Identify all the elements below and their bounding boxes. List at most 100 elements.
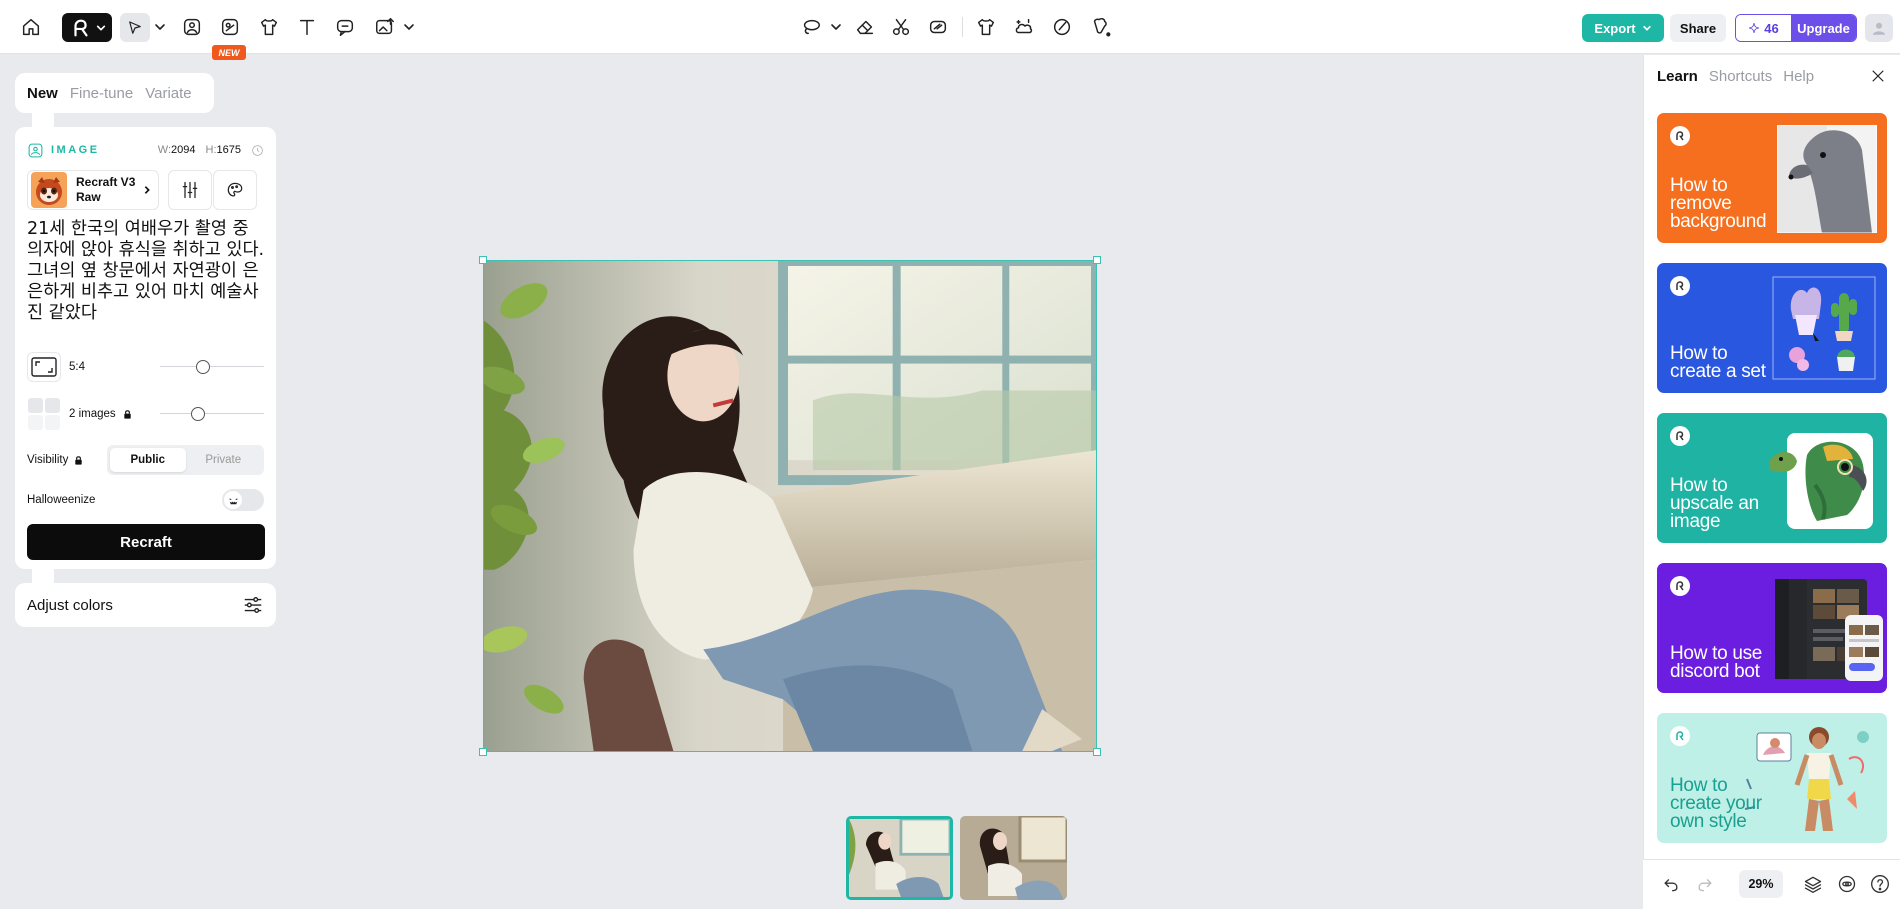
chevron-right-icon [142,185,152,195]
tutorial-card-discord-bot[interactable]: How to use discord bot [1657,563,1887,693]
tshirt-icon [977,18,995,36]
visibility-toggle: Public Private [107,445,264,475]
model-selector-button[interactable]: Recraft V3 Raw [27,170,159,210]
image-info-row: IMAGE W:2094 H:1675 [27,141,264,159]
pumpkin-face-icon [229,497,237,504]
learn-panel-tabs: Learn Shortcuts Help [1657,68,1814,85]
undo-icon[interactable] [1661,874,1681,894]
halloweenize-row: Halloweenize [27,489,264,511]
width-value: 2094 [171,144,196,156]
zoom-level[interactable]: 29% [1739,870,1783,898]
chevron-down-icon [155,24,165,30]
recraft-badge-icon [1670,426,1690,446]
variant-thumbnails [846,816,1067,900]
resize-handle-top-left[interactable] [479,256,487,264]
variant-thumbnail[interactable] [960,816,1067,900]
text-tool-button[interactable] [295,12,319,42]
recraft-badge-icon [1670,726,1690,746]
home-icon[interactable] [18,12,44,42]
card-title: How to remove background [1670,175,1767,232]
mockup-button[interactable] [974,12,998,42]
generation-mode-tabs: New Fine-tune Variate [15,73,214,113]
tab-help[interactable]: Help [1783,68,1814,85]
visibility-private-option[interactable]: Private [186,448,262,472]
style-palette-button[interactable] [213,170,257,210]
resize-handle-bottom-right[interactable] [1093,748,1101,756]
adjust-colors-label: Adjust colors [27,596,113,614]
resize-handle-top-right[interactable] [1093,256,1101,264]
mockup-tool-button[interactable] [257,12,281,42]
slider-knob[interactable] [196,360,210,374]
tutorial-card-create-set[interactable]: How to create a set [1657,263,1887,393]
width-key: W: [157,144,172,156]
history-icon[interactable] [251,144,264,157]
image-count-row: 2 images [27,398,264,430]
lasso-tool-dropdown[interactable] [829,12,843,42]
aspect-ratio-slider[interactable] [160,360,264,374]
recraft-generate-button[interactable]: Recraft [27,524,265,560]
select-tool-button[interactable] [120,13,150,42]
eraser-tool-button[interactable] [853,12,877,42]
user-avatar[interactable] [1865,14,1893,42]
tutorial-card-upscale-image[interactable]: How to upscale an image [1657,413,1887,543]
height-value: 1675 [216,144,241,156]
layers-icon[interactable] [1803,874,1823,894]
generative-fill-button[interactable] [1087,12,1115,42]
inpaint-button[interactable] [1050,12,1074,42]
toolbar-divider [962,17,963,37]
creative-upscale-button[interactable] [1012,12,1036,42]
image-tool-button[interactable] [180,12,204,42]
credits-counter[interactable]: 46 [1736,15,1791,41]
cursor-icon [129,20,141,34]
generation-settings-card: IMAGE W:2094 H:1675 Recraft V3 Raw 21세 한… [15,127,276,569]
tab-shortcuts[interactable]: Shortcuts [1709,68,1772,85]
vector-tool-button[interactable] [218,12,242,42]
redo-icon[interactable] [1695,874,1715,894]
upload-tool-button[interactable] [372,12,398,42]
discord-screenshot-illustration [1775,575,1885,685]
recraft-logo-icon [74,19,88,36]
tab-variate[interactable]: Variate [145,85,191,102]
visibility-public-option[interactable]: Public [110,448,186,472]
tutorial-card-create-style[interactable]: How to create your own style [1657,713,1887,843]
advanced-settings-button[interactable] [168,170,212,210]
community-icon[interactable] [1837,874,1857,894]
remove-background-button[interactable] [889,12,913,42]
export-button[interactable]: Export [1582,14,1664,42]
lock-icon [122,409,133,420]
variant-thumbnail-selected[interactable] [846,816,953,900]
panel-connector [32,112,54,128]
learn-panel: Learn Shortcuts Help How to remove backg… [1643,55,1900,909]
resize-handle-bottom-left[interactable] [479,748,487,756]
slider-knob[interactable] [191,407,205,421]
prompt-text[interactable]: 21세 한국의 여배우가 촬영 중 의자에 앉아 휴식을 취하고 있다. 그녀의… [27,219,267,324]
tutorial-card-remove-background[interactable]: How to remove background [1657,113,1887,243]
image-count-slider[interactable] [160,407,264,421]
vectorize-button[interactable] [926,12,950,42]
close-icon[interactable] [1869,67,1887,85]
tab-new[interactable]: New [27,85,58,102]
height-key: H: [205,144,217,156]
credits-value: 46 [1764,20,1779,36]
recraft-badge-icon [1670,576,1690,596]
upgrade-button[interactable]: Upgrade [1791,15,1856,41]
credits-upgrade-group: 46 Upgrade [1735,14,1857,42]
share-button[interactable]: Share [1670,14,1726,42]
lasso-tool-button[interactable] [799,12,823,42]
select-tool-dropdown[interactable] [153,12,167,42]
aspect-ratio-row: 5:4 [27,352,264,382]
aspect-ratio-icon[interactable] [27,352,61,382]
model-name: Recraft V3 Raw [76,175,136,204]
upload-tool-dropdown[interactable] [402,12,416,42]
halloweenize-switch[interactable] [222,489,264,511]
halloweenize-label: Halloweenize [27,494,96,506]
comment-tool-button[interactable] [333,12,357,42]
adjust-colors-card[interactable]: Adjust colors [15,583,276,627]
canvas-generated-image[interactable] [479,256,1101,756]
tab-fine-tune[interactable]: Fine-tune [70,85,133,102]
recraft-logo-menu-button[interactable] [62,13,112,42]
canvas-bottom-controls: 29% [1643,859,1900,909]
sliders-icon [182,181,198,199]
help-icon[interactable] [1870,874,1890,894]
tab-learn[interactable]: Learn [1657,68,1698,85]
